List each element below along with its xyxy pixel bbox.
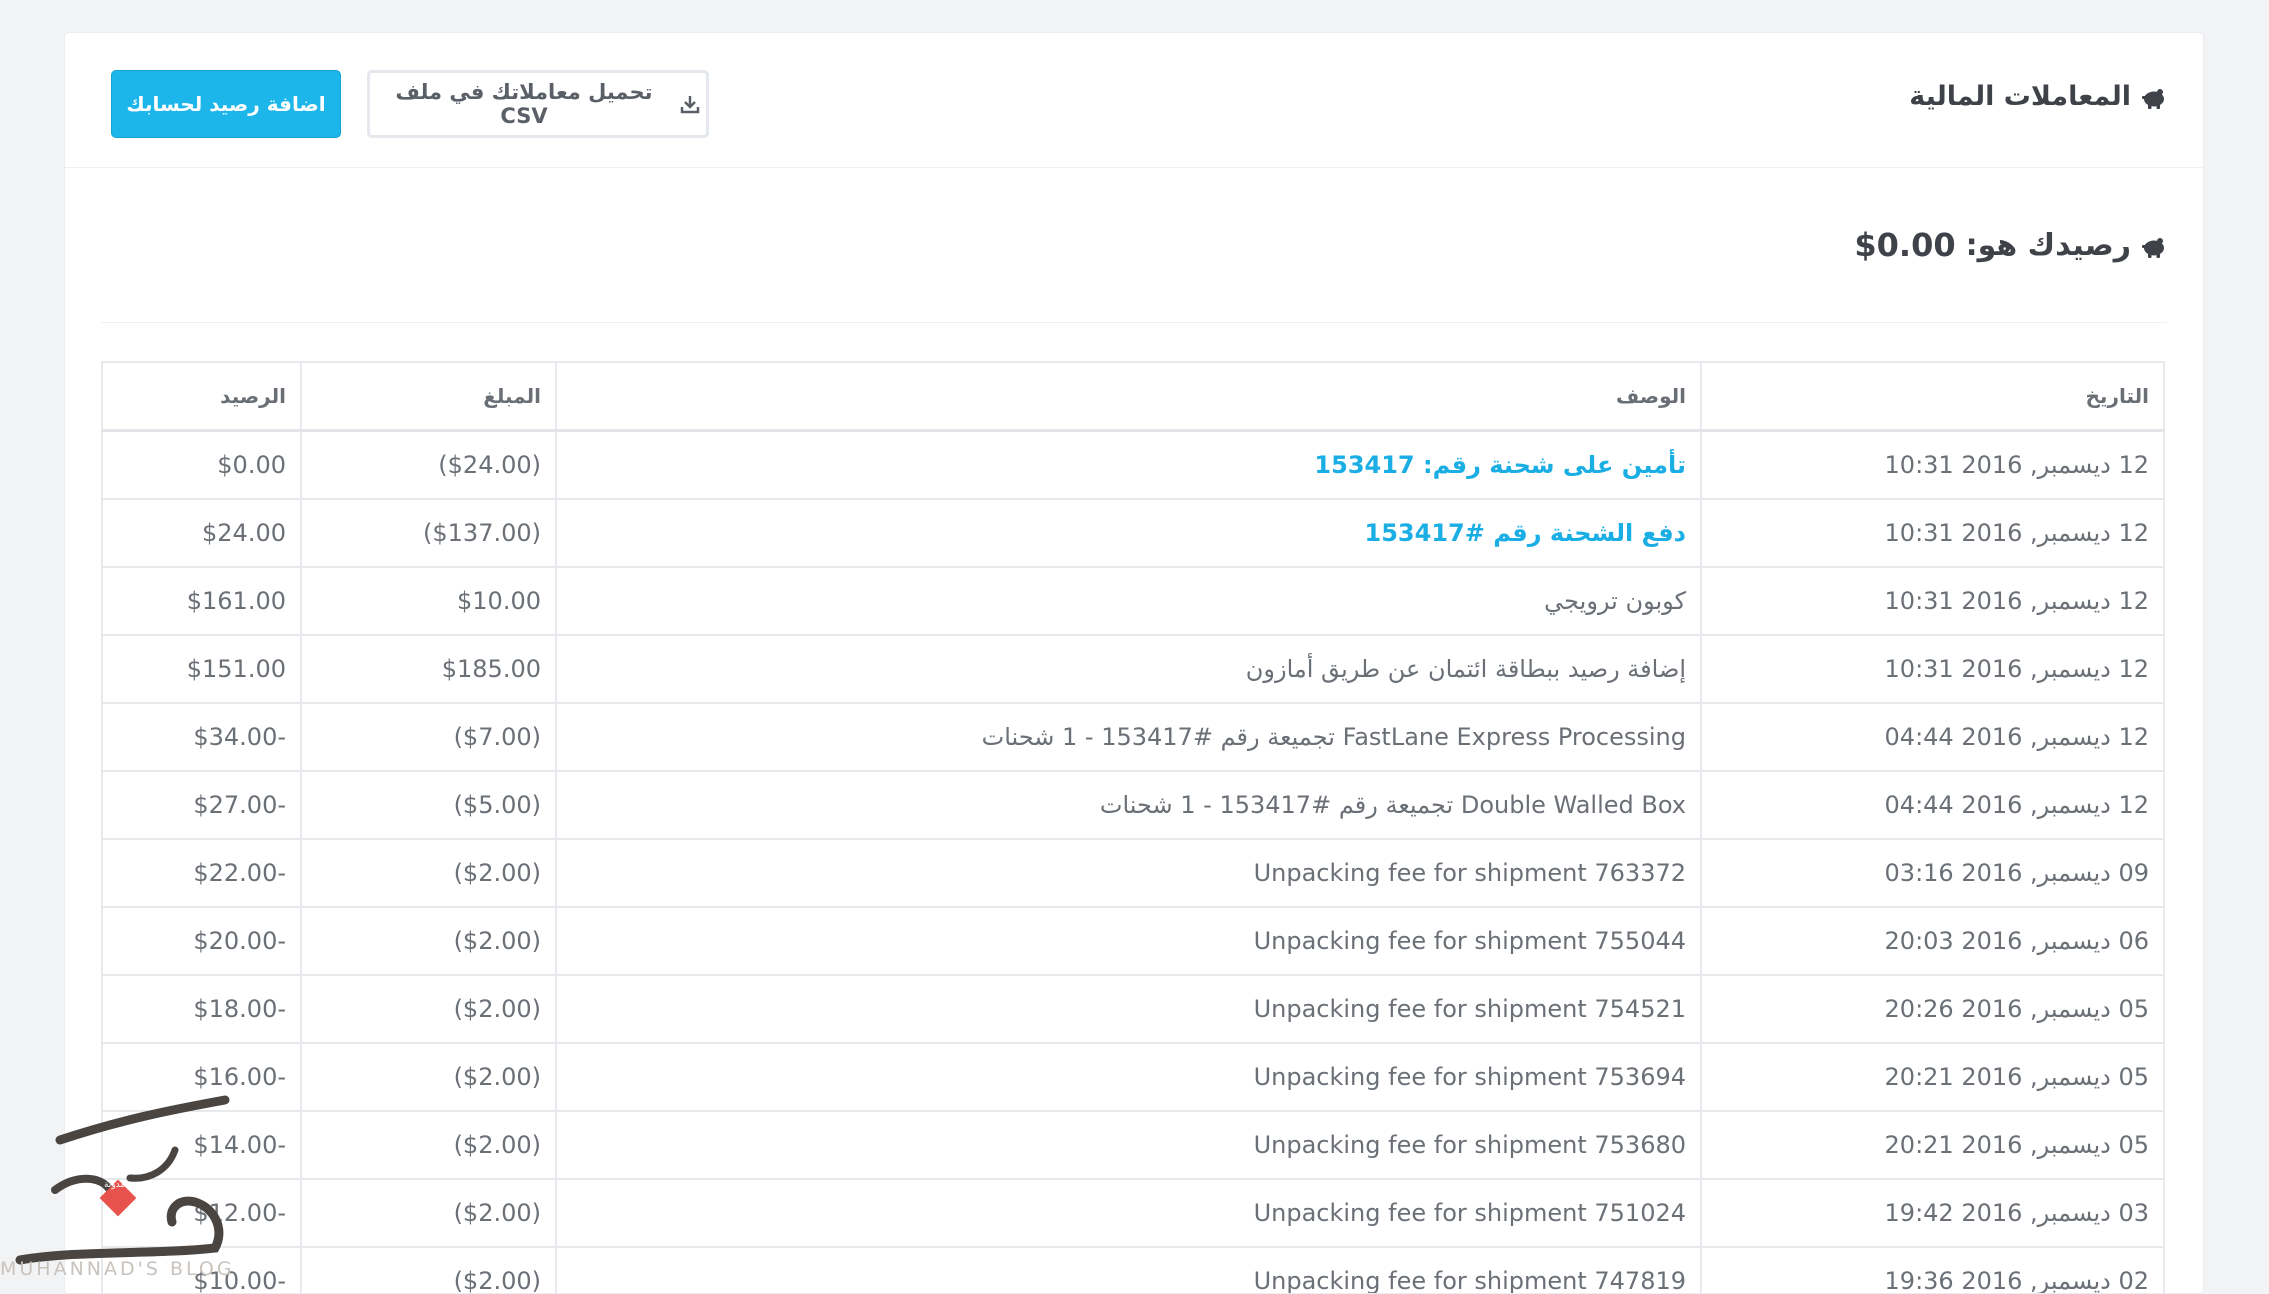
cell-description-link[interactable]: دفع الشحنة رقم #153417 [556,499,1701,567]
cell-description: Unpacking fee for shipment 755044 [556,907,1701,975]
cell-balance: $22.00- [102,839,301,907]
download-icon [680,94,700,114]
cell-balance: $20.00- [102,907,301,975]
cell-amount: $185.00 [301,635,556,703]
column-header-date: التاريخ [1701,362,2164,431]
table-header-row: التاريخ الوصف المبلغ الرصيد [102,362,2164,431]
cell-description: Unpacking fee for shipment 754521 [556,975,1701,1043]
download-csv-label: تحميل معاملاتك في ملف CSV [376,80,672,128]
cell-date: 12 ديسمبر, 2016 10:31 [1701,635,2164,703]
cell-description: Unpacking fee for shipment 763372 [556,839,1701,907]
cell-date: 06 ديسمبر, 2016 20:03 [1701,907,2164,975]
cell-balance: $24.00 [102,499,301,567]
cell-balance: $18.00- [102,975,301,1043]
balance-display: رصيدك هو: $0.00 [1854,226,2167,264]
column-header-balance: الرصيد [102,362,301,431]
cell-amount: ($137.00) [301,499,556,567]
transactions-table: التاريخ الوصف المبلغ الرصيد 12 ديسمبر, 2… [101,361,2165,1294]
cell-description: Unpacking fee for shipment 751024 [556,1179,1701,1247]
cell-balance: $16.00- [102,1043,301,1111]
download-csv-button[interactable]: تحميل معاملاتك في ملف CSV [367,70,709,138]
watermark-text: MUHANNAD'S BLOG [0,1258,235,1280]
table-row: 09 ديسمبر, 2016 03:16Unpacking fee for s… [102,839,2164,907]
cell-date: 12 ديسمبر, 2016 10:31 [1701,499,2164,567]
cell-amount: ($2.00) [301,839,556,907]
table-row: 12 ديسمبر, 2016 04:44FastLane Express Pr… [102,703,2164,771]
balance-amount: $0.00 [1854,226,1955,264]
cell-date: 09 ديسمبر, 2016 03:16 [1701,839,2164,907]
column-header-description: الوصف [556,362,1701,431]
cell-date: 03 ديسمبر, 2016 19:42 [1701,1179,2164,1247]
table-row: 12 ديسمبر, 2016 04:44Double Walled Box ت… [102,771,2164,839]
cell-date: 12 ديسمبر, 2016 10:31 [1701,431,2164,500]
cell-date: 02 ديسمبر, 2016 19:36 [1701,1247,2164,1294]
cell-date: 05 ديسمبر, 2016 20:26 [1701,975,2164,1043]
table-row: 06 ديسمبر, 2016 20:03Unpacking fee for s… [102,907,2164,975]
cell-amount: ($2.00) [301,1179,556,1247]
table-row: 12 ديسمبر, 2016 10:31إضافة رصيد ببطاقة ا… [102,635,2164,703]
cell-amount: ($2.00) [301,1043,556,1111]
cell-balance: $14.00- [102,1111,301,1179]
cell-amount: ($5.00) [301,771,556,839]
table-row: 12 ديسمبر, 2016 10:31دفع الشحنة رقم #153… [102,499,2164,567]
transactions-table-body: 12 ديسمبر, 2016 10:31تأمين على شحنة رقم:… [102,431,2164,1294]
table-row: 03 ديسمبر, 2016 19:42Unpacking fee for s… [102,1179,2164,1247]
table-row: 02 ديسمبر, 2016 19:36Unpacking fee for s… [102,1247,2164,1294]
cell-amount: ($2.00) [301,907,556,975]
cell-description: كوبون ترويجي [556,567,1701,635]
piggy-bank-icon [2141,232,2167,258]
cell-amount: $10.00 [301,567,556,635]
column-header-amount: المبلغ [301,362,556,431]
cell-amount: ($24.00) [301,431,556,500]
cell-amount: ($2.00) [301,1111,556,1179]
cell-balance: $161.00 [102,567,301,635]
cell-date: 12 ديسمبر, 2016 04:44 [1701,771,2164,839]
cell-date: 05 ديسمبر, 2016 20:21 [1701,1043,2164,1111]
cell-amount: ($7.00) [301,703,556,771]
cell-description: Double Walled Box تجميعة رقم #153417 - 1… [556,771,1701,839]
cell-amount: ($2.00) [301,975,556,1043]
cell-amount: ($2.00) [301,1247,556,1294]
cell-description: إضافة رصيد ببطاقة ائتمان عن طريق أمازون [556,635,1701,703]
table-row: 05 ديسمبر, 2016 20:21Unpacking fee for s… [102,1043,2164,1111]
cell-balance: $27.00- [102,771,301,839]
page-title-text: المعاملات المالية [1909,81,2131,112]
cell-description: Unpacking fee for shipment 753694 [556,1043,1701,1111]
cell-description: Unpacking fee for shipment 747819 [556,1247,1701,1294]
cell-description-link[interactable]: تأمين على شحنة رقم: 153417 [556,431,1701,500]
balance-label: رصيدك هو: [1966,228,2131,263]
balance-section: رصيدك هو: $0.00 [101,168,2167,323]
cell-balance: $0.00 [102,431,301,500]
cell-balance: $151.00 [102,635,301,703]
add-balance-button[interactable]: اضافة رصيد لحسابك [111,70,341,138]
page-title: المعاملات المالية [1909,81,2167,112]
cell-balance: $34.00- [102,703,301,771]
table-row: 12 ديسمبر, 2016 10:31كوبون ترويجي$10.00$… [102,567,2164,635]
table-row: 05 ديسمبر, 2016 20:21Unpacking fee for s… [102,1111,2164,1179]
cell-description: FastLane Express Processing تجميعة رقم #… [556,703,1701,771]
cell-date: 12 ديسمبر, 2016 10:31 [1701,567,2164,635]
cell-balance: $12.00- [102,1179,301,1247]
panel-header: المعاملات المالية تحميل معاملاتك في ملف … [65,33,2203,168]
transactions-panel: المعاملات المالية تحميل معاملاتك في ملف … [64,32,2204,1294]
cell-date: 12 ديسمبر, 2016 04:44 [1701,703,2164,771]
table-row: 12 ديسمبر, 2016 10:31تأمين على شحنة رقم:… [102,431,2164,500]
table-row: 05 ديسمبر, 2016 20:26Unpacking fee for s… [102,975,2164,1043]
piggy-bank-icon [2141,84,2167,110]
cell-description: Unpacking fee for shipment 753680 [556,1111,1701,1179]
cell-date: 05 ديسمبر, 2016 20:21 [1701,1111,2164,1179]
transactions-table-wrap: التاريخ الوصف المبلغ الرصيد 12 ديسمبر, 2… [101,361,2165,1294]
